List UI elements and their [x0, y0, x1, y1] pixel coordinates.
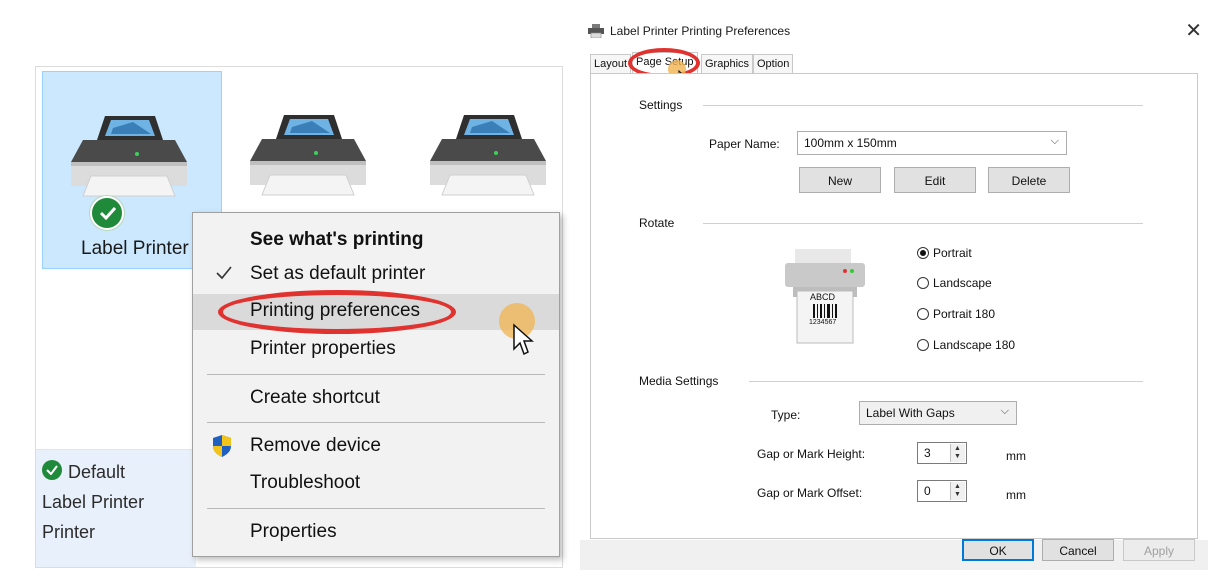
printer-icon [71, 116, 187, 197]
paper-name-label: Paper Name: [709, 137, 780, 151]
group-divider [749, 381, 1143, 382]
menu-item-troubleshoot[interactable]: Troubleshoot [193, 466, 559, 502]
menu-item-label: Create shortcut [250, 387, 380, 408]
spinner-arrows[interactable]: ▲ ▼ [950, 482, 965, 500]
printing-preferences-dialog: Label Printer Printing Preferences ✕ Lay… [580, 14, 1208, 570]
menu-item-label: See what's printing [250, 229, 424, 250]
menu-item-set-default[interactable]: Set as default printer [193, 257, 559, 293]
menu-separator [207, 508, 545, 509]
spinner-arrows[interactable]: ▲ ▼ [950, 444, 965, 462]
radio-label: Portrait [933, 246, 972, 260]
menu-separator [207, 374, 545, 375]
media-type-select[interactable]: Label With Gaps ⌵ [859, 401, 1017, 425]
radio-button [917, 308, 929, 320]
radio-label: Landscape [933, 276, 992, 290]
rotate-group-label: Rotate [639, 216, 675, 230]
up-arrow-icon: ▲ [954, 445, 961, 452]
menu-item-label: Troubleshoot [250, 472, 361, 493]
tab-option[interactable]: Option [753, 54, 794, 73]
details-printer-type: Printer [42, 522, 96, 542]
chevron-down-icon: ⌵ [1050, 135, 1059, 147]
group-divider [703, 105, 1143, 106]
menu-item-label: Properties [250, 521, 337, 542]
edit-button[interactable]: Edit [894, 167, 976, 193]
gap-offset-value: 0 [924, 484, 931, 498]
settings-group-label: Settings [639, 98, 683, 112]
default-check-icon [42, 460, 62, 480]
down-arrow-icon: ▼ [954, 453, 961, 460]
printer-icon [588, 24, 604, 38]
gap-height-stepper[interactable]: 3 ▲ ▼ [917, 442, 967, 464]
printer-icon [250, 115, 366, 196]
default-label: Default [68, 462, 126, 482]
close-icon[interactable]: ✕ [1185, 18, 1202, 43]
paper-name-select[interactable]: 100mm x 150mm ⌵ [797, 131, 1067, 155]
printer-icon [430, 115, 546, 196]
tab-panel-page-setup: Settings Paper Name: 100mm x 150mm ⌵ New… [590, 73, 1198, 539]
paper-name-value: 100mm x 150mm [804, 136, 897, 150]
radio-label: Landscape 180 [933, 338, 1016, 352]
preview-number: 1234567 [809, 319, 837, 326]
context-menu: See what's printing Set as default print… [192, 212, 560, 557]
radio-landscape[interactable]: Landscape [917, 276, 992, 290]
menu-item-label: Printer properties [250, 338, 396, 359]
radio-label: Portrait 180 [933, 307, 996, 321]
dialog-title: Label Printer Printing Preferences [610, 24, 791, 38]
menu-item-label: Remove device [250, 435, 381, 456]
checkmark-icon [216, 266, 232, 280]
annotation-oval [218, 290, 456, 334]
details-printer-name: Label Printer [42, 492, 145, 512]
media-type-value: Label With Gaps [866, 406, 955, 420]
radio-button [917, 339, 929, 351]
radio-portrait[interactable]: Portrait [917, 246, 972, 260]
down-arrow-icon: ▼ [954, 491, 961, 498]
shield-icon [213, 435, 231, 457]
menu-item-see-whats-printing[interactable]: See what's printing [193, 223, 559, 259]
preview-text: ABCD [810, 292, 836, 302]
radio-button [917, 247, 929, 259]
new-button[interactable]: New [799, 167, 881, 193]
delete-button[interactable]: Delete [988, 167, 1070, 193]
menu-item-label: Set as default printer [250, 263, 426, 284]
gap-height-value: 3 [924, 446, 931, 460]
menu-item-properties[interactable]: Properties [193, 515, 559, 551]
printer-label: Label Printer [81, 238, 189, 259]
gap-offset-unit: mm [1006, 488, 1026, 502]
gap-height-label: Gap or Mark Height: [757, 447, 866, 461]
apply-button[interactable]: Apply [1123, 539, 1195, 561]
menu-separator [207, 422, 545, 423]
mouse-pointer-icon [513, 323, 534, 356]
radio-landscape-180[interactable]: Landscape 180 [917, 338, 1015, 352]
details-pane: Default Label Printer Printer [36, 449, 196, 567]
chevron-down-icon: ⌵ [1000, 405, 1009, 417]
barcode-icon [813, 304, 837, 318]
tab-layout[interactable]: Layout [590, 54, 632, 73]
default-check-icon [90, 196, 124, 230]
menu-item-printer-properties[interactable]: Printer properties [193, 332, 559, 368]
gap-height-unit: mm [1006, 449, 1026, 463]
radio-button [917, 277, 929, 289]
cancel-button[interactable]: Cancel [1042, 539, 1114, 561]
gap-offset-stepper[interactable]: 0 ▲ ▼ [917, 480, 967, 502]
group-divider [703, 223, 1143, 224]
type-label: Type: [771, 408, 801, 422]
gap-offset-label: Gap or Mark Offset: [757, 486, 863, 500]
up-arrow-icon: ▲ [954, 483, 961, 490]
radio-portrait-180[interactable]: Portrait 180 [917, 307, 995, 321]
media-group-label: Media Settings [639, 374, 719, 388]
menu-item-create-shortcut[interactable]: Create shortcut [193, 381, 559, 417]
tab-graphics[interactable]: Graphics [701, 54, 754, 73]
menu-item-remove-device[interactable]: Remove device [193, 429, 559, 465]
ok-button[interactable]: OK [962, 539, 1034, 561]
